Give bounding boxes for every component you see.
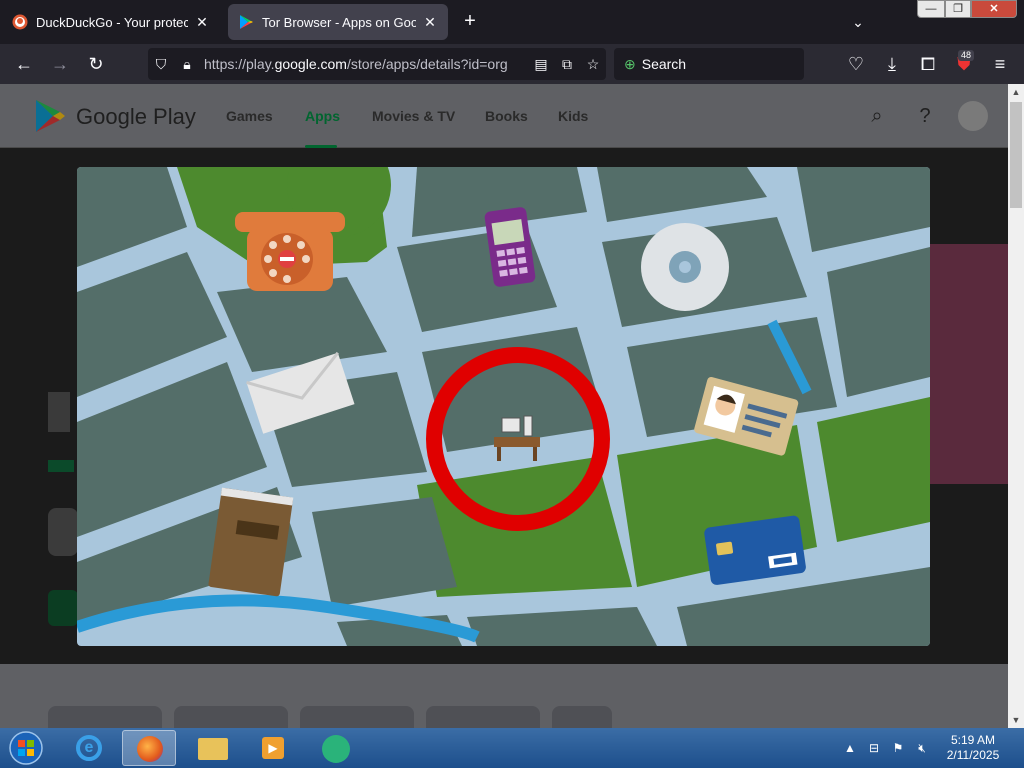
nav-books[interactable]: Books	[485, 108, 528, 124]
windows-start-icon[interactable]	[6, 730, 46, 766]
url-text[interactable]: https://play.google.com/store/apps/detai…	[200, 56, 528, 72]
clock-time: 5:19 AM	[950, 733, 996, 747]
tab-strip: DuckDuckGo - Your protection ✕ Tor Brows…	[0, 0, 1024, 44]
background-banner-art	[930, 244, 1008, 484]
help-icon[interactable]: ?	[913, 104, 937, 128]
nav-movies-tv[interactable]: Movies & TV	[372, 108, 455, 124]
tab-tor-browser[interactable]: Tor Browser - Apps on Google P ✕	[228, 4, 448, 40]
internet-explorer-taskbar-button[interactable]: e	[62, 730, 116, 766]
background-install-button	[48, 590, 78, 626]
app-thumbnail[interactable]	[48, 706, 162, 728]
app-thumbnail[interactable]	[552, 706, 612, 728]
network-icon[interactable]: ⊟	[866, 740, 882, 756]
screenshot-lightbox[interactable]	[77, 167, 930, 646]
maximize-button[interactable]: ❐	[945, 0, 971, 18]
park-area	[817, 397, 930, 542]
media-player-taskbar-button[interactable]: ▶	[246, 730, 300, 766]
downloads-icon[interactable]: ⤓	[880, 52, 904, 76]
tracking-protection-shield-icon[interactable]: ⛉	[148, 56, 174, 73]
show-hidden-icons-icon[interactable]: ▲	[842, 740, 858, 756]
google-play-icon	[240, 15, 253, 29]
menu-icon[interactable]: ≡	[988, 52, 1012, 76]
tab-duckduckgo[interactable]: DuckDuckGo - Your protection ✕	[2, 4, 220, 40]
tab-title: Tor Browser - Apps on Google P	[262, 14, 416, 30]
action-center-flag-icon[interactable]: ⚑	[890, 740, 906, 756]
duckduckgo-icon	[12, 14, 28, 30]
search-bar[interactable]: ⊕ Search	[614, 48, 804, 80]
reload-icon[interactable]: ↻	[84, 52, 108, 76]
account-avatar[interactable]	[958, 101, 988, 131]
close-tab-icon[interactable]: ✕	[422, 14, 438, 31]
active-nav-indicator	[305, 145, 337, 148]
firefox-icon	[137, 736, 163, 762]
system-clock[interactable]: 5:19 AM 2/11/2025	[936, 733, 1010, 763]
internet-explorer-icon: e	[76, 735, 102, 761]
bookmark-star-icon[interactable]: ☆	[580, 56, 606, 73]
compact-disc-icon	[641, 223, 729, 311]
picture-in-picture-icon[interactable]: ⧉	[554, 56, 580, 73]
search-engine-icon: ⊕	[624, 55, 636, 72]
folder-icon	[198, 738, 228, 760]
google-play-header: Google Play Games Apps Movies & TV Books…	[0, 84, 1008, 148]
app-thumbnail[interactable]	[300, 706, 414, 728]
media-player-icon: ▶	[262, 737, 284, 759]
new-tab-button[interactable]: +	[458, 10, 482, 34]
background-developer-fragment	[48, 460, 74, 472]
close-tab-icon[interactable]: ✕	[194, 14, 210, 31]
forward-icon[interactable]: →	[48, 52, 72, 76]
navigation-toolbar: ← → ↻ ⛉ 🔒︎ https://play.google.com/store…	[0, 44, 1024, 84]
extension-badge: 48	[958, 50, 975, 61]
nav-kids[interactable]: Kids	[558, 108, 588, 124]
list-all-tabs-button[interactable]: ⌄	[846, 10, 870, 34]
scrollbar-thumb[interactable]	[1010, 102, 1022, 208]
minimize-button[interactable]: —	[917, 0, 945, 18]
app-taskbar-button[interactable]	[310, 730, 364, 766]
windows-taskbar: e ▶ ▲ ⊟ ⚑ 🔇︎ 5:19 AM 2/11/2025	[0, 728, 1024, 768]
green-app-icon	[322, 735, 350, 763]
address-bar[interactable]: ⛉ 🔒︎ https://play.google.com/store/apps/…	[148, 48, 606, 80]
reader-view-icon[interactable]: ▤	[528, 56, 554, 73]
rotary-phone-icon	[235, 212, 345, 291]
extensions-icon[interactable]: ⧠	[916, 52, 940, 76]
lock-icon[interactable]: 🔒︎	[174, 56, 200, 73]
app-thumbnail[interactable]	[426, 706, 540, 728]
nav-apps[interactable]: Apps	[305, 108, 340, 124]
google-play-brand[interactable]: Google Play	[76, 104, 196, 130]
back-icon[interactable]: ←	[12, 52, 36, 76]
file-explorer-taskbar-button[interactable]	[186, 730, 240, 766]
background-title-fragment	[48, 392, 70, 432]
search-icon[interactable]: ⌕	[865, 104, 889, 128]
tab-title: DuckDuckGo - Your protection	[36, 14, 188, 30]
background-app-icon	[48, 508, 78, 556]
book-icon	[208, 487, 294, 597]
app-thumbnail[interactable]	[174, 706, 288, 728]
search-placeholder: Search	[641, 56, 687, 72]
map-illustration	[77, 167, 930, 646]
firefox-taskbar-button[interactable]	[122, 730, 176, 766]
nav-games[interactable]: Games	[226, 108, 273, 124]
google-play-logo-icon[interactable]	[32, 98, 68, 134]
volume-muted-icon[interactable]: 🔇︎	[914, 740, 930, 756]
pocket-icon[interactable]: ♡	[844, 52, 868, 76]
scroll-up-arrow-icon[interactable]: ▲	[1008, 84, 1024, 100]
page-scrollbar[interactable]: ▲ ▼	[1008, 84, 1024, 728]
clock-date: 2/11/2025	[946, 748, 1000, 762]
scroll-down-arrow-icon[interactable]: ▼	[1008, 712, 1024, 728]
close-window-button[interactable]: ✕	[971, 0, 1017, 18]
